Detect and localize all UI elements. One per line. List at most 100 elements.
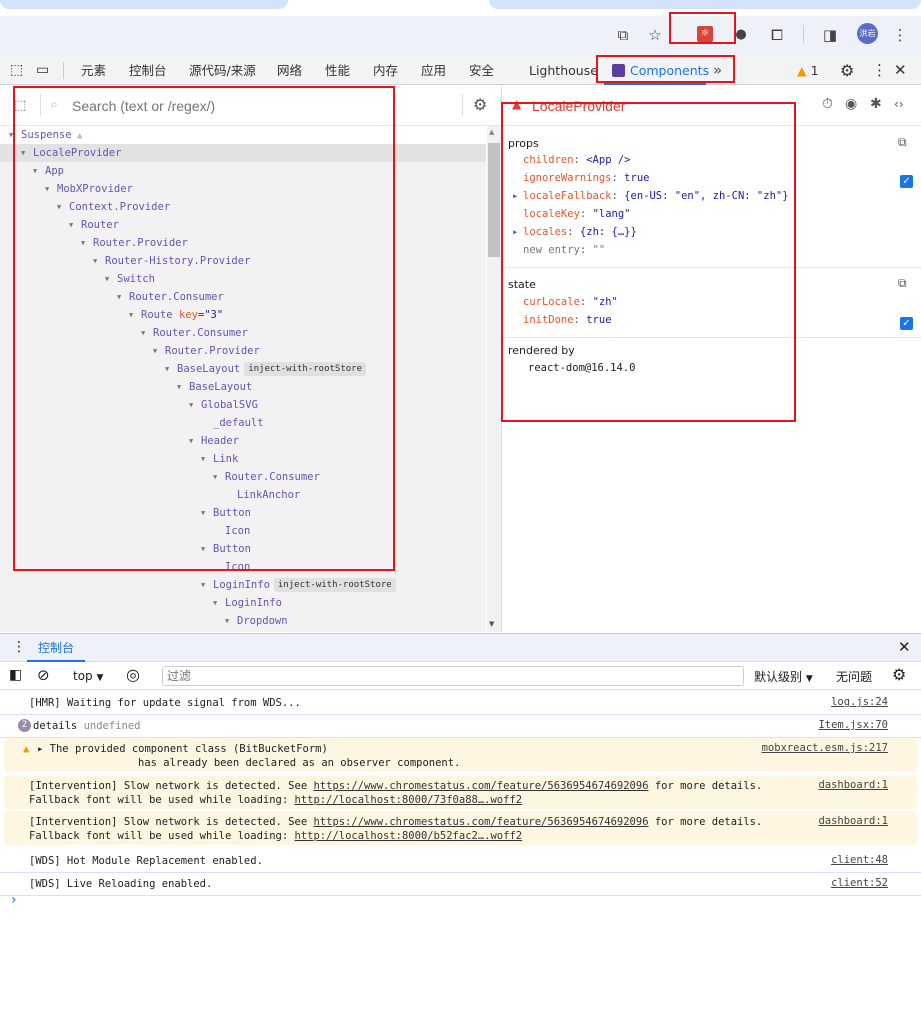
- tree-node[interactable]: ▼ LoginInfo: [0, 594, 486, 612]
- expand-arrow-icon[interactable]: ▸: [37, 743, 50, 755]
- source-link[interactable]: client:48: [831, 854, 888, 866]
- context-selector[interactable]: top ▼: [73, 669, 103, 683]
- source-link[interactable]: dashboard:1: [818, 815, 888, 827]
- tree-node[interactable]: ▼ Router-History.Provider: [0, 252, 486, 270]
- checkbox[interactable]: ✓: [900, 175, 913, 188]
- star-icon[interactable]: ☆: [645, 25, 665, 45]
- expand-arrow-icon[interactable]: ▼: [129, 306, 133, 324]
- expand-arrow-icon[interactable]: ▼: [213, 468, 217, 486]
- message-link[interactable]: https://www.chromestatus.com/feature/563…: [313, 816, 648, 828]
- browser-tab[interactable]: [0, 0, 288, 9]
- clear-console-icon[interactable]: ⊘: [37, 666, 50, 684]
- tab-network[interactable]: 网络: [277, 56, 302, 85]
- prop-row[interactable]: children: <App />: [523, 154, 631, 166]
- more-vert-icon[interactable]: ⋮: [872, 56, 887, 85]
- expand-arrow-icon[interactable]: ▼: [57, 198, 61, 216]
- expand-arrow-icon[interactable]: ▼: [33, 162, 37, 180]
- issues-button[interactable]: 无问题: [836, 668, 872, 685]
- console-message[interactable]: 2 details undefined Item.jsx:70: [0, 715, 921, 738]
- prop-row[interactable]: localeKey: "lang": [523, 208, 631, 220]
- source-link[interactable]: mobxreact.esm.js:217: [762, 742, 888, 754]
- tree-node[interactable]: ▼ Header: [0, 432, 486, 450]
- console-message[interactable]: ▲ ▸ The provided component class (BitBuck…: [4, 738, 917, 772]
- tree-node[interactable]: ▼ MobXProvider: [0, 180, 486, 198]
- warnings-button[interactable]: ▲ 1: [797, 56, 819, 85]
- copy-icon[interactable]: ⧉: [898, 135, 907, 150]
- expand-arrow-icon[interactable]: ▼: [189, 432, 193, 450]
- github-icon[interactable]: ●: [731, 25, 751, 45]
- eye-icon[interactable]: ◉: [845, 96, 857, 112]
- tree-node[interactable]: ▼ Router.Consumer: [0, 324, 486, 342]
- tab-lighthouse[interactable]: Lighthouse: [529, 56, 598, 85]
- tab-elements[interactable]: 元素: [81, 56, 106, 85]
- expand-arrow-icon[interactable]: ▼: [9, 126, 13, 144]
- tree-node[interactable]: ▼ Router.Provider: [0, 342, 486, 360]
- tree-node[interactable]: ▼ Button: [0, 504, 486, 522]
- expand-arrow-icon[interactable]: ▼: [93, 252, 97, 270]
- tab-security[interactable]: 安全: [469, 56, 494, 85]
- expand-arrow-icon[interactable]: ▼: [141, 324, 145, 342]
- source-link[interactable]: client:52: [831, 877, 888, 889]
- prop-row[interactable]: initDone: true: [523, 314, 612, 326]
- more-vert-icon[interactable]: ⋮: [890, 25, 910, 45]
- tree-node[interactable]: ▼ Dropdown: [0, 612, 486, 630]
- tree-node[interactable]: ▼ Context.Provider: [0, 198, 486, 216]
- eye-icon[interactable]: ◎: [126, 665, 140, 684]
- expand-arrow-icon[interactable]: ▼: [213, 594, 217, 612]
- prop-row[interactable]: ▸ locales: {zh: {…}}: [512, 226, 637, 238]
- source-link[interactable]: log.js:24: [831, 696, 888, 708]
- console-message[interactable]: [WDS] Hot Module Replacement enabled. cli…: [0, 850, 921, 873]
- expand-arrow-icon[interactable]: ▸: [512, 226, 518, 238]
- extensions-icon[interactable]: ⧠: [767, 25, 787, 45]
- tree-node[interactable]: ▼ Router.Consumer: [0, 468, 486, 486]
- expand-arrow-icon[interactable]: ▼: [117, 288, 121, 306]
- tab-components[interactable]: Components: [604, 56, 709, 85]
- settings-icon[interactable]: ⚙: [840, 56, 854, 85]
- console-message[interactable]: [Intervention] Slow network is detected.…: [4, 811, 917, 845]
- expand-arrow-icon[interactable]: ▼: [177, 378, 181, 396]
- translate-icon[interactable]: ⧉: [613, 25, 633, 45]
- tree-node[interactable]: ▼ LoginInfo inject-with-rootStore: [0, 576, 486, 594]
- tree-node[interactable]: ▼ Switch: [0, 270, 486, 288]
- device-toolbar-icon[interactable]: ▭: [36, 56, 49, 85]
- tree-node[interactable]: ▼ Router.Consumer: [0, 288, 486, 306]
- rendered-by-value[interactable]: react-dom@16.14.0: [528, 362, 635, 374]
- tree-node[interactable]: ▼ Suspense ▲: [0, 126, 486, 144]
- console-message[interactable]: [HMR] Waiting for update signal from WDS…: [0, 692, 921, 715]
- sidebar-toggle-icon[interactable]: ◧: [9, 667, 22, 683]
- browser-tab[interactable]: [489, 0, 921, 9]
- settings-icon[interactable]: ⚙: [473, 95, 487, 114]
- expand-arrow-icon[interactable]: ▼: [105, 270, 109, 288]
- prop-row[interactable]: ▸ localeFallback: {en-US: "en", zh-CN: "z…: [512, 190, 789, 202]
- console-message[interactable]: [WDS] Live Reloading enabled. client:52: [0, 873, 921, 896]
- expand-arrow-icon[interactable]: ▼: [45, 180, 49, 198]
- expand-arrow-icon[interactable]: ▼: [225, 612, 229, 630]
- tree-node[interactable]: ▼ BaseLayout: [0, 378, 486, 396]
- prop-row[interactable]: ignoreWarnings: true: [523, 172, 649, 184]
- prop-row[interactable]: new entry: "": [523, 244, 605, 256]
- expand-arrow-icon[interactable]: ▼: [81, 234, 85, 252]
- expand-arrow-icon[interactable]: ▼: [201, 504, 205, 522]
- tree-scrollbar[interactable]: ▲ ▼: [487, 126, 501, 632]
- side-panel-icon[interactable]: ◨: [820, 25, 840, 45]
- tree-node[interactable]: _default: [0, 414, 486, 432]
- console-message[interactable]: [Intervention] Slow network is detected.…: [4, 775, 917, 809]
- tree-node[interactable]: Icon: [0, 558, 486, 576]
- tree-node[interactable]: ▼ App: [0, 162, 486, 180]
- console-settings-icon[interactable]: ⚙: [892, 665, 906, 684]
- tree-node[interactable]: Icon: [0, 522, 486, 540]
- console-filter-input[interactable]: [162, 666, 744, 686]
- scrollbar-thumb[interactable]: [488, 143, 500, 257]
- avatar[interactable]: 洪岩: [857, 23, 878, 44]
- message-link[interactable]: https://www.chromestatus.com/feature/563…: [313, 780, 648, 792]
- close-drawer-icon[interactable]: ✕: [898, 638, 911, 656]
- bug-icon[interactable]: ✱: [870, 96, 882, 112]
- tree-node[interactable]: ▼ GlobalSVG: [0, 396, 486, 414]
- tab-sources[interactable]: 源代码/来源: [189, 56, 256, 85]
- source-link[interactable]: Item.jsx:70: [818, 719, 888, 731]
- checkbox[interactable]: ✓: [900, 317, 913, 330]
- message-link[interactable]: http://localhost:8000/b52fac2….woff2: [295, 830, 523, 842]
- console-prompt[interactable]: ›: [11, 892, 17, 908]
- expand-arrow-icon[interactable]: ▼: [21, 144, 25, 162]
- expand-arrow-icon[interactable]: ▼: [189, 396, 193, 414]
